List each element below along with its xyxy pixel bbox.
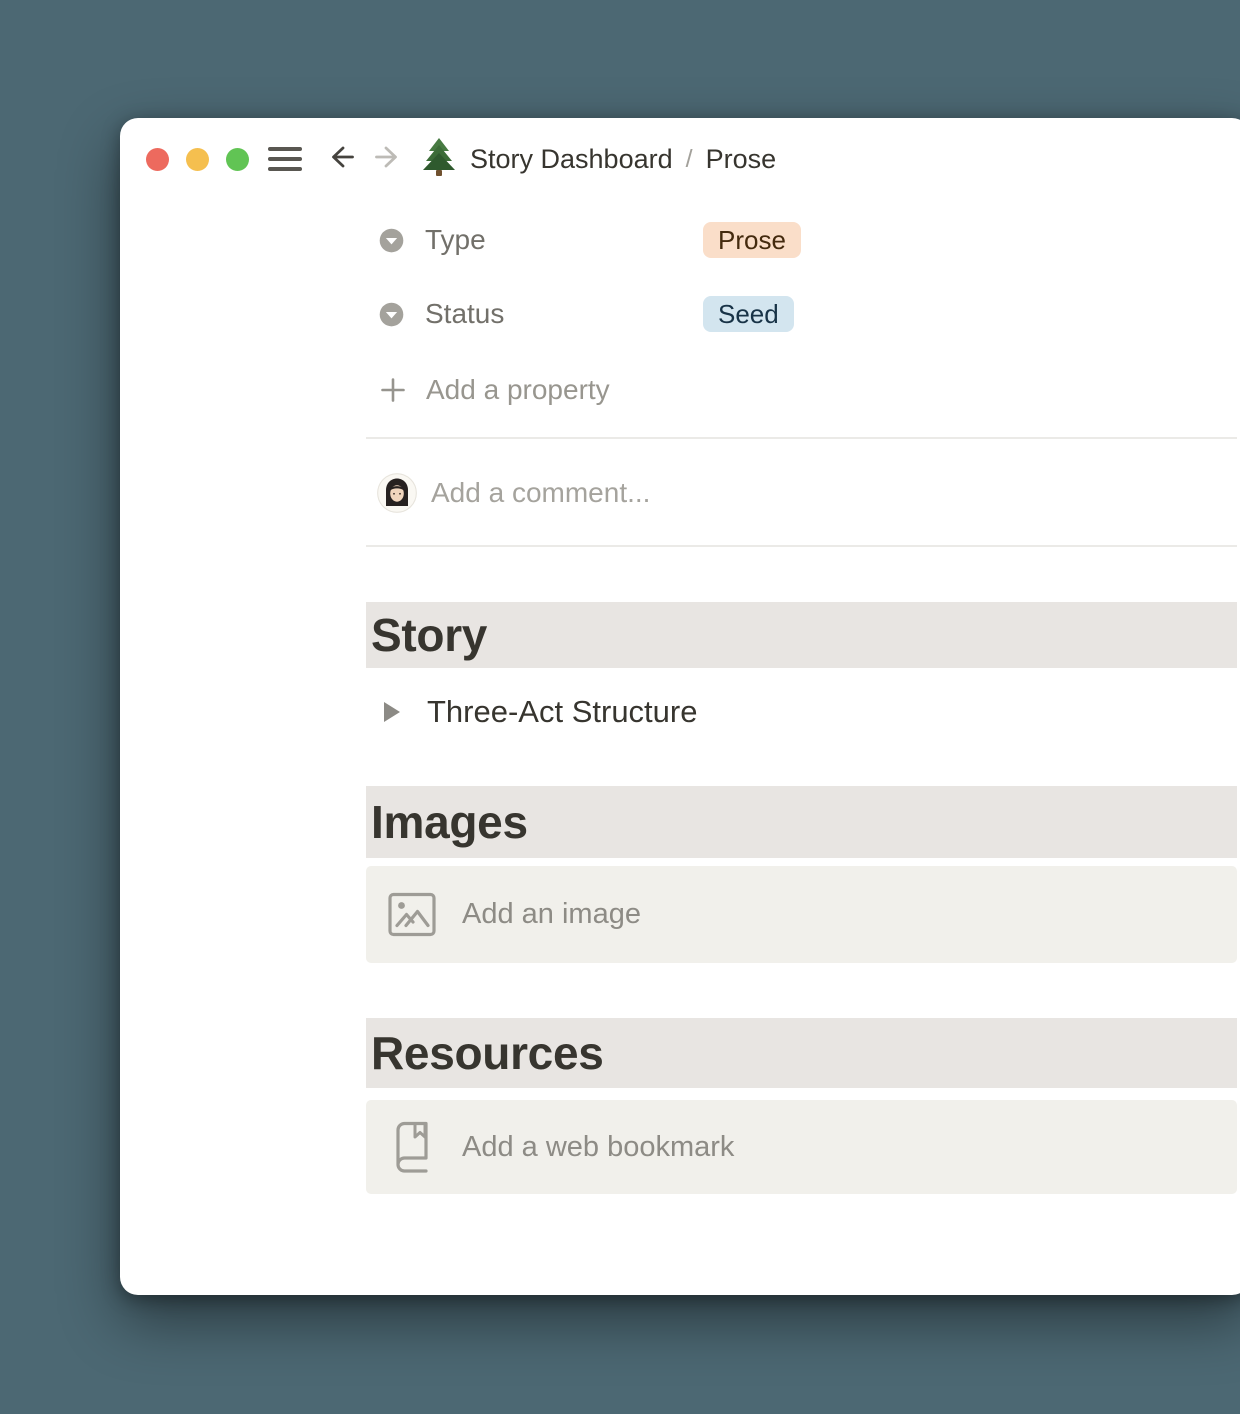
image-icon <box>388 892 436 937</box>
section-heading-text: Resources <box>371 1027 604 1079</box>
breadcrumb-root[interactable]: Story Dashboard <box>470 144 673 175</box>
add-image-placeholder[interactable]: Add an image <box>366 866 1237 963</box>
add-image-label: Add an image <box>462 898 641 930</box>
add-comment-input[interactable]: Add a comment... <box>377 473 650 513</box>
plus-icon <box>381 378 405 402</box>
breadcrumb-separator: / <box>685 144 693 173</box>
minimize-window-button[interactable] <box>186 147 209 171</box>
bookmark-book-icon <box>388 1120 436 1174</box>
property-row-type[interactable]: Type <box>378 222 486 258</box>
property-value-tag[interactable]: Prose <box>703 222 801 258</box>
property-label: Status <box>425 298 505 329</box>
zoom-window-button[interactable] <box>226 147 249 171</box>
section-heading-text: Story <box>371 609 488 661</box>
section-heading-story[interactable]: Story <box>366 602 1237 668</box>
evergreen-tree-icon <box>421 137 457 182</box>
app-window: Story Dashboard / Prose Type Prose Statu… <box>120 118 1240 1295</box>
close-window-button[interactable] <box>146 147 169 171</box>
forward-arrow-icon[interactable] <box>371 140 405 179</box>
section-heading-images[interactable]: Images <box>366 786 1237 858</box>
select-property-icon <box>378 301 405 328</box>
comment-placeholder: Add a comment... <box>431 477 651 508</box>
add-web-bookmark-label: Add a web bookmark <box>462 1130 735 1163</box>
section-heading-resources[interactable]: Resources <box>366 1018 1237 1088</box>
window-controls <box>146 147 249 171</box>
property-label: Type <box>425 224 486 255</box>
breadcrumb: Story Dashboard / Prose <box>470 144 776 175</box>
add-property-button[interactable]: Add a property <box>378 372 610 408</box>
toggle-label: Three-Act Structure <box>427 694 698 729</box>
user-avatar <box>377 473 417 513</box>
back-arrow-icon[interactable] <box>324 140 358 179</box>
divider <box>366 545 1237 547</box>
toggle-block-three-act-structure[interactable]: Three-Act Structure <box>384 688 697 736</box>
select-property-icon <box>378 227 405 254</box>
desktop-background: Story Dashboard / Prose Type Prose Statu… <box>0 0 1240 1414</box>
sidebar-menu-icon[interactable] <box>268 147 302 171</box>
property-row-status[interactable]: Status <box>378 296 504 332</box>
add-web-bookmark-placeholder[interactable]: Add a web bookmark <box>366 1100 1237 1194</box>
divider <box>366 437 1237 439</box>
window-titlebar: Story Dashboard / Prose <box>120 118 1240 200</box>
property-value-tag[interactable]: Seed <box>703 296 794 332</box>
breadcrumb-current: Prose <box>705 143 777 174</box>
section-heading-text: Images <box>371 796 528 848</box>
toggle-triangle-icon[interactable] <box>384 702 400 722</box>
add-property-label: Add a property <box>426 374 610 405</box>
